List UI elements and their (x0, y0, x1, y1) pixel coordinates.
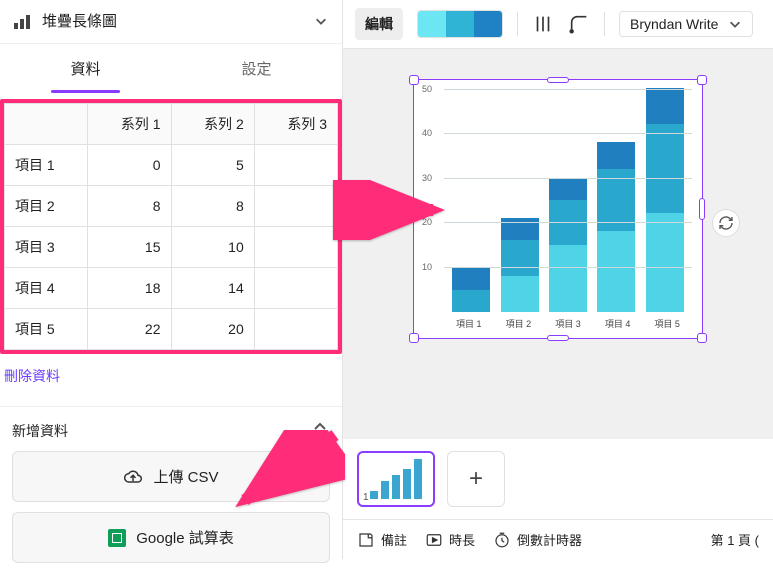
duration-button[interactable]: 時長 (425, 530, 475, 549)
table-cell[interactable]: 14 (171, 268, 254, 309)
notes-button[interactable]: 備註 (357, 530, 407, 549)
column-header[interactable] (5, 104, 88, 145)
upload-csv-label: 上傳 CSV (153, 466, 218, 487)
table-cell[interactable] (254, 145, 337, 186)
table-cell[interactable] (254, 268, 337, 309)
chart-type-selector[interactable]: 堆疊長條圖 (0, 0, 342, 44)
chevron-down-icon (314, 14, 328, 28)
table-cell[interactable]: 22 (88, 309, 171, 350)
table-row[interactable]: 項目 31510 (5, 227, 338, 268)
chart-bar (646, 88, 684, 312)
table-cell[interactable]: 18 (88, 268, 171, 309)
color-swatches (417, 10, 503, 38)
chart-bar (549, 178, 587, 312)
tab-settings[interactable]: 設定 (171, 44, 342, 93)
spacing-icon[interactable] (532, 13, 554, 35)
chart-element-selected[interactable]: 1020304050 項目 1項目 2項目 3項目 4項目 5 (413, 79, 703, 339)
toolbar-divider (517, 12, 518, 36)
table-row[interactable]: 項目 41814 (5, 268, 338, 309)
timer-button[interactable]: 倒數計時器 (493, 530, 582, 549)
chart-type-label: 堆疊長條圖 (42, 10, 314, 31)
data-table[interactable]: 系列 1系列 2系列 3 項目 105項目 288項目 31510項目 4181… (4, 103, 338, 350)
thumb-number: 1 (363, 492, 369, 503)
chevron-down-icon (728, 17, 742, 31)
table-cell[interactable]: 項目 5 (5, 309, 88, 350)
chart-bar (452, 267, 490, 312)
corner-rounding-icon[interactable] (568, 13, 590, 35)
table-cell[interactable] (254, 309, 337, 350)
font-selector[interactable]: Bryndan Write (619, 11, 753, 37)
add-page-button[interactable]: + (447, 451, 505, 507)
table-cell[interactable]: 5 (171, 145, 254, 186)
table-cell[interactable]: 項目 3 (5, 227, 88, 268)
page-thumbnail-1[interactable]: 1 (357, 451, 435, 507)
table-cell[interactable]: 0 (88, 145, 171, 186)
table-cell[interactable] (254, 227, 337, 268)
chart-bar (501, 218, 539, 312)
page-indicator[interactable]: 第 1 頁 ( (711, 530, 759, 549)
chart-plot: 1020304050 (444, 90, 692, 312)
table-row[interactable]: 項目 105 (5, 145, 338, 186)
toolbar-divider (604, 12, 605, 36)
column-header[interactable]: 系列 2 (171, 104, 254, 145)
table-cell[interactable]: 8 (171, 186, 254, 227)
table-cell[interactable]: 項目 4 (5, 268, 88, 309)
color-swatch[interactable] (446, 11, 474, 37)
google-sheets-label: Google 試算表 (136, 527, 234, 548)
cloud-upload-icon (123, 467, 143, 487)
clear-data-link[interactable]: 刪除資料 (0, 360, 342, 392)
table-row[interactable]: 項目 52220 (5, 309, 338, 350)
chart-bar (597, 142, 635, 312)
annotation-arrow (225, 430, 345, 525)
font-name: Bryndan Write (630, 16, 718, 32)
panel-tabs: 資料 設定 (0, 44, 342, 93)
table-cell[interactable]: 8 (88, 186, 171, 227)
tab-data[interactable]: 資料 (0, 44, 171, 93)
context-toolbar: 編輯 Bryndan Write (343, 0, 773, 49)
edit-button[interactable]: 編輯 (355, 8, 403, 40)
column-header[interactable]: 系列 3 (254, 104, 337, 145)
refresh-chart-button[interactable] (712, 209, 740, 237)
color-swatch[interactable] (474, 11, 502, 37)
column-header[interactable]: 系列 1 (88, 104, 171, 145)
bottom-bar: 備註 時長 倒數計時器 第 1 頁 ( (343, 519, 773, 559)
table-cell[interactable]: 15 (88, 227, 171, 268)
chart-x-labels: 項目 1項目 2項目 3項目 4項目 5 (444, 317, 692, 330)
canvas-area: 編輯 Bryndan Write 1020304050 項目 1項目 2項目 3… (343, 0, 773, 559)
page-thumbnails: 1 + (343, 439, 773, 519)
table-cell[interactable]: 項目 1 (5, 145, 88, 186)
table-row[interactable]: 項目 288 (5, 186, 338, 227)
table-cell[interactable]: 20 (171, 309, 254, 350)
table-cell[interactable]: 項目 2 (5, 186, 88, 227)
table-cell[interactable] (254, 186, 337, 227)
stacked-bar-icon (14, 13, 32, 29)
annotation-arrow (333, 180, 453, 245)
google-sheets-icon (108, 529, 126, 547)
data-table-highlight: 系列 1系列 2系列 3 項目 105項目 288項目 31510項目 4181… (0, 99, 342, 354)
color-swatch[interactable] (418, 11, 446, 37)
table-cell[interactable]: 10 (171, 227, 254, 268)
